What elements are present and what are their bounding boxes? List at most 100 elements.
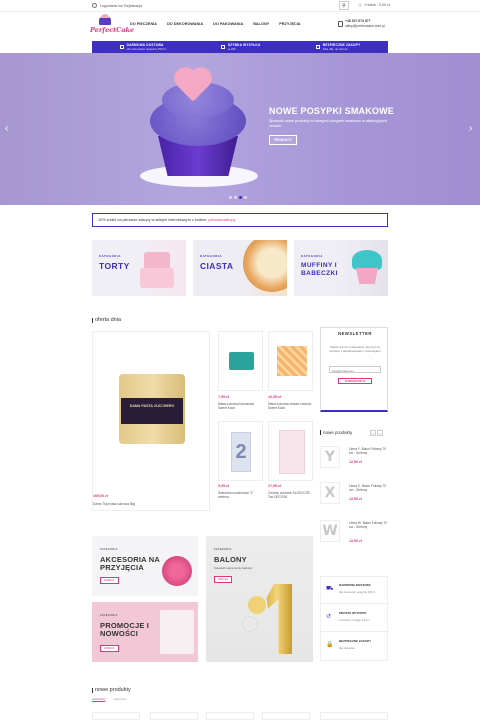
tile-promocje[interactable]: KATEGORIA PROMOCJE I NOWOŚCI ZOBACZ — [92, 602, 198, 662]
feature-title: DARMOWA DOSTAWA — [339, 583, 371, 587]
newsletter-box: NEWSLETTER Zapisz się do newslettera, ab… — [320, 327, 388, 412]
search-button[interactable]: ⚲ — [339, 1, 349, 10]
tab-najnowsze[interactable]: najnowsze — [113, 697, 126, 702]
product-name[interactable]: Dama 7kg masa cukrowa 5kg — [93, 502, 135, 506]
product-name[interactable]: Masa cukrowa turkusowa Sweet Kolor — [218, 402, 263, 410]
side-pager: ‹ › — [370, 430, 383, 436]
logo[interactable]: PerfectCake — [90, 14, 134, 40]
category-ciasta[interactable]: KATEGORIA CIASTA — [193, 240, 287, 296]
gold-balloon-one — [266, 584, 292, 654]
feature-sub: dla zamówień powyżej 250 zł — [339, 590, 376, 594]
category-label: KATEGORIA — [200, 254, 222, 258]
features-box: ⛟ DARMOWA DOSTAWA dla zamówień powyżej 2… — [320, 576, 389, 661]
pager-next-button[interactable]: › — [377, 430, 383, 436]
info-fast-shipping: SZYBKA WYSYŁKA w 24h — [220, 43, 261, 51]
tile-button[interactable]: ZOBACZ — [100, 645, 119, 652]
product-name[interactable]: Ozdoby cukrowe SLODYCZE Tort DECOSK — [268, 491, 313, 499]
newsletter-email-input[interactable]: twoj@email.com — [329, 366, 381, 373]
info-sub: dla zamówień powyżej 250 zł — [126, 47, 166, 51]
product-card[interactable] — [268, 331, 313, 391]
slider-dots — [229, 196, 247, 199]
slider-dot[interactable] — [234, 196, 237, 199]
slider-prev-arrow[interactable]: ‹ — [5, 123, 8, 134]
info-sub: SSL dla. na strona — [322, 47, 348, 51]
tile-name: PROMOCJE I NOWOŚCI — [100, 621, 150, 638]
balloon-letter-image[interactable]: Y — [320, 446, 340, 468]
product-name[interactable]: Litera W- Balon Foliowy 70 cm - Srebrny — [349, 521, 389, 529]
tab-bestsellery[interactable]: bestsellery — [92, 697, 106, 702]
login-link[interactable]: Logowanie lub Rejestracja — [92, 3, 142, 8]
product-price: 17,95 zł — [268, 484, 281, 488]
product-card[interactable] — [92, 712, 140, 720]
balloon-letter-image[interactable]: W — [320, 520, 340, 542]
product-card[interactable] — [218, 331, 263, 391]
promo-code-banner: 10% zniżki na pierwsze zakupy w sklepie … — [92, 213, 388, 227]
product-card[interactable] — [320, 712, 388, 720]
category-torty[interactable]: KATEGORIA TORTY — [92, 240, 186, 296]
product-image — [279, 430, 305, 474]
product-card[interactable] — [262, 712, 310, 720]
tile-label: KATEGORIA — [214, 548, 232, 551]
category-muffiny[interactable]: KATEGORIA MUFFINY I BABECZKI — [294, 240, 388, 296]
slider-dot-active[interactable] — [239, 196, 242, 199]
tile-button[interactable]: ZOBACZ — [100, 577, 119, 584]
cupcake-image — [162, 556, 192, 586]
promo-code: pierwszezakupy — [208, 218, 236, 222]
slider-dot[interactable] — [244, 196, 247, 199]
bottom-tabs: bestsellery najnowsze — [92, 697, 127, 702]
side-new-products-title: nowe produkty — [320, 430, 352, 435]
balloon — [248, 596, 266, 614]
cart-icon: 🛒 — [358, 3, 363, 7]
top-bar — [0, 0, 480, 12]
tile-button[interactable]: WIĘCEJ — [214, 576, 232, 583]
muffin-liner — [356, 268, 378, 284]
balloon-letter-image[interactable]: X — [320, 482, 340, 504]
cake-image-base — [140, 268, 174, 288]
product-card[interactable] — [150, 712, 198, 720]
hero-title: NOWE POSYPKI SMAKOWE — [269, 106, 395, 116]
user-icon — [92, 3, 97, 8]
product-price: 169,00 zł — [93, 494, 108, 498]
product-name[interactable]: Masa cukrowa zestaw kolorów Sweet Kolor — [268, 402, 313, 410]
product-price: 7,95 zł — [218, 395, 229, 399]
macarons-image — [160, 610, 194, 654]
product-price: 5,95 zł — [218, 484, 229, 488]
nav-item-balony[interactable]: BALONY — [248, 22, 274, 26]
nav-item-przyjecia[interactable]: PRZYJĘCIA — [274, 22, 305, 26]
tile-subtitle: Sprawdź naszą ofertę balonów — [214, 566, 253, 570]
subscribe-button[interactable]: SUBSKRYBUJ — [338, 378, 372, 384]
product-name[interactable]: Świeczka urodzinowa "2" srebrna — [218, 491, 263, 499]
product-name[interactable]: Litera Y- Balon Foliowy 70 cm - Srebrny — [349, 447, 389, 455]
product-name[interactable]: Litera X- Balon Foliowy 70 cm - Srebrny — [349, 484, 389, 492]
info-safe-shopping: BEZPIECZNE ZAKUPY SSL dla. na strona — [315, 43, 361, 51]
nav-item-do-pieczenia[interactable]: DO PIECZENIA — [125, 22, 162, 26]
offer-section-title: oferta dnia — [92, 317, 121, 323]
tile-balony[interactable]: KATEGORIA BALONY Sprawdź naszą ofertę ba… — [206, 536, 313, 662]
category-name: CIASTA — [200, 261, 234, 271]
tile-akcesoria[interactable]: KATEGORIA AKCESORIA NA PRZYJĘCIA ZOBACZ — [92, 536, 198, 596]
bucket-label-text: DAMA PASTA ZUCCHERO — [129, 404, 175, 408]
tile-name: BALONY — [214, 555, 247, 564]
bucket-label — [121, 398, 183, 424]
email-address[interactable]: sklep@perfectcake.com.pl — [345, 24, 385, 29]
hero-products-button[interactable]: PRODUKTY — [269, 135, 297, 145]
product-price: 12,50 zł — [349, 497, 362, 501]
slider-next-arrow[interactable]: › — [469, 123, 472, 134]
info-sub: w 24h — [227, 47, 236, 51]
main-product-card[interactable]: DAMA PASTA ZUCCHERO 169,00 zł Dama 7kg m… — [92, 331, 210, 511]
slider-dot[interactable] — [229, 196, 232, 199]
muffin-image — [352, 250, 382, 270]
product-card[interactable]: 2 — [218, 421, 263, 481]
nav-item-do-dekorowania[interactable]: DO DEKOROWANIA — [162, 22, 208, 26]
nav-item-do-pakowania[interactable]: DO PAKOWANIA — [208, 22, 248, 26]
product-price: 12,50 zł — [349, 460, 362, 464]
cart-link[interactable]: 🛒 0 sztuk - 0,00 zł — [358, 3, 390, 7]
login-text: Logowanie lub Rejestracja — [100, 3, 143, 8]
product-card[interactable] — [206, 712, 254, 720]
lock-icon — [315, 45, 320, 49]
product-card[interactable] — [268, 421, 313, 481]
cart-summary: 0 sztuk - 0,00 zł — [364, 3, 390, 7]
balloon — [242, 616, 258, 632]
feature-returns: ↺ PROSTE RETURNY zwracasz w ciągu 14 dni — [321, 605, 389, 632]
pager-prev-button[interactable]: ‹ — [370, 430, 376, 436]
